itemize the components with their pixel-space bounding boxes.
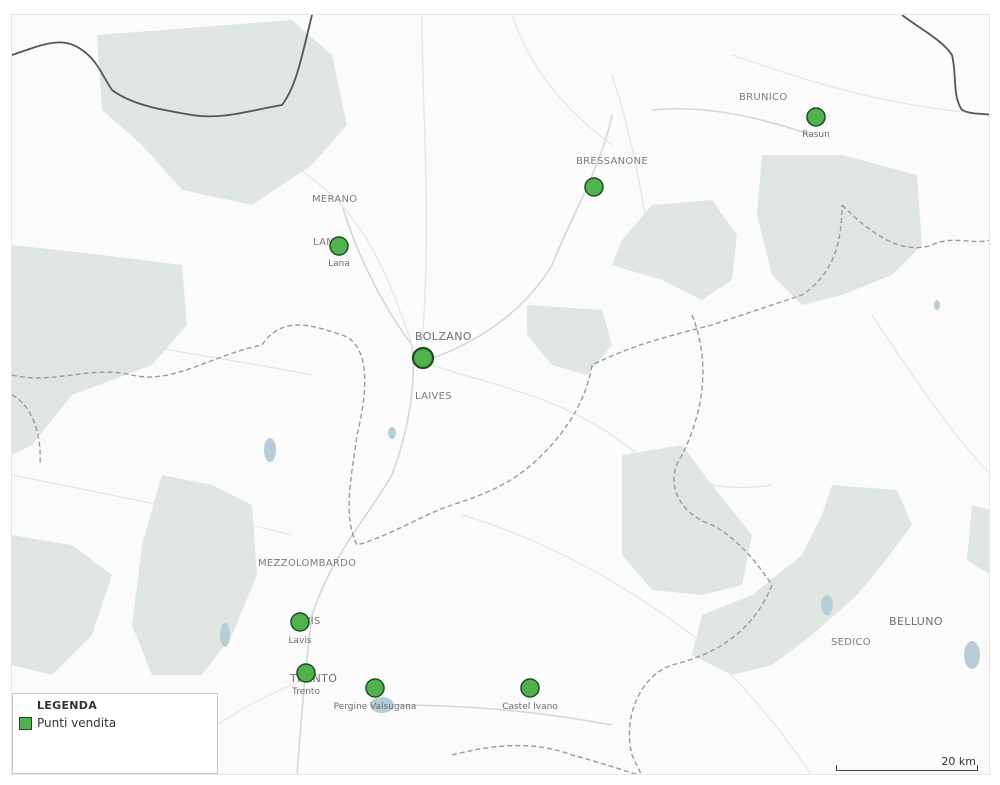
legend-panel: LEGENDA Punti vendita <box>12 693 218 774</box>
marker-label-pergine: Pergine Valsugana <box>334 702 417 712</box>
city-label-sedico: SEDICO <box>831 637 871 648</box>
city-label-bolzano: BOLZANO <box>415 330 472 343</box>
marker-label-lavis: Lavis <box>288 636 311 646</box>
city-label-bressanone: BRESSANONE <box>576 156 648 167</box>
legend-item[interactable]: Punti vendita <box>19 716 116 730</box>
marker-label-lana: Lana <box>328 259 350 269</box>
scale-bar: 20 km <box>836 755 978 771</box>
marker-bressanone[interactable] <box>584 177 604 197</box>
map-svg[interactable]: MERANO BOLZANO LAIVES BRESSANONE BRUNICO… <box>12 15 990 775</box>
park-areas <box>12 20 989 675</box>
scale-bar-label: 20 km <box>941 755 976 768</box>
marker-lavis[interactable] <box>290 612 310 632</box>
city-label-merano: MERANO <box>312 194 357 205</box>
marker-label-trento: Trento <box>291 687 320 697</box>
rivers <box>296 107 813 774</box>
marker-label-rasun: Rasun <box>802 130 830 140</box>
marker-pergine-valsugana[interactable] <box>365 678 385 698</box>
legend-swatch-green-square <box>19 716 32 730</box>
legend-title: LEGENDA <box>37 699 98 712</box>
city-label-laives: LAIVES <box>415 391 452 402</box>
city-label-mezzolombardo: MEZZOLOMBARDO <box>258 558 356 569</box>
marker-castel-ivano[interactable] <box>520 678 540 698</box>
marker-label-castel-ivano: Castel Ivano <box>502 702 558 712</box>
marker-bolzano[interactable] <box>411 346 435 370</box>
marker-trento[interactable] <box>296 663 316 683</box>
map-canvas[interactable]: MERANO BOLZANO LAIVES BRESSANONE BRUNICO… <box>11 14 990 775</box>
city-label-brunico: BRUNICO <box>739 92 788 103</box>
legend-item-label: Punti vendita <box>37 716 117 730</box>
city-label-belluno: BELLUNO <box>889 615 943 628</box>
marker-lana[interactable] <box>329 236 349 256</box>
marker-rasun[interactable] <box>806 107 826 127</box>
